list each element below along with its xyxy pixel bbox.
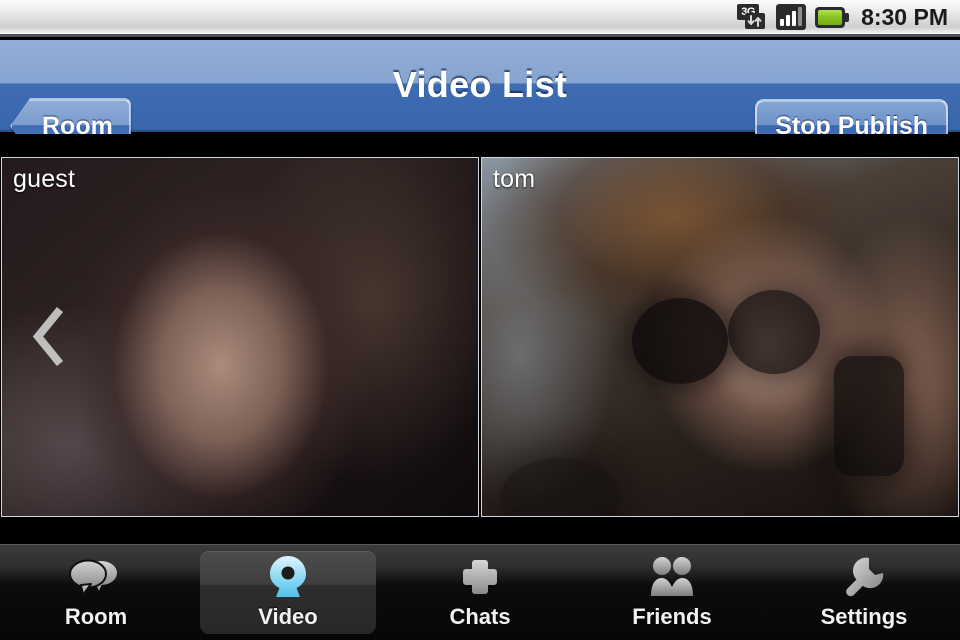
app-screen: 3G 8:30 PM Room Video List Stop Publish … bbox=[0, 0, 960, 640]
wrench-icon bbox=[840, 556, 888, 598]
video-frame-guest bbox=[2, 158, 478, 516]
tab-label-room: Room bbox=[64, 603, 128, 629]
tab-label-chats: Chats bbox=[449, 603, 511, 629]
tab-room[interactable]: Room bbox=[0, 545, 192, 640]
tab-friends[interactable]: Friends bbox=[576, 545, 768, 640]
people-icon bbox=[647, 556, 697, 598]
signal-bars-icon bbox=[776, 4, 807, 30]
tab-video[interactable]: Video bbox=[192, 545, 384, 640]
video-tile-guest[interactable]: guest bbox=[1, 157, 479, 517]
tab-settings[interactable]: Settings bbox=[768, 545, 960, 640]
tab-chats[interactable]: Chats bbox=[384, 545, 576, 640]
chat-bubbles-icon bbox=[69, 556, 123, 598]
tab-label-settings: Settings bbox=[820, 603, 908, 629]
data-arrows-icon bbox=[745, 13, 766, 29]
video-label-guest: guest bbox=[13, 165, 76, 193]
webcam-icon bbox=[265, 555, 311, 598]
battery-icon bbox=[815, 6, 850, 28]
previous-page-chevron-icon[interactable] bbox=[28, 304, 72, 375]
tab-label-friends: Friends bbox=[632, 603, 712, 629]
navigation-bar: Room Video List Stop Publish bbox=[0, 40, 960, 154]
video-tile-tom[interactable]: tom bbox=[481, 157, 959, 517]
video-frame-tom bbox=[482, 158, 958, 516]
tab-label-video: Video bbox=[258, 603, 318, 629]
status-bar: 3G 8:30 PM bbox=[0, 0, 960, 37]
status-bar-icons: 3G 8:30 PM bbox=[737, 4, 960, 30]
video-list: guest tom bbox=[0, 134, 960, 544]
video-label-tom: tom bbox=[493, 165, 536, 193]
tab-bar: Room Video Chats Friends Settings bbox=[0, 544, 960, 640]
status-bar-clock: 8:30 PM bbox=[861, 3, 948, 30]
plus-icon bbox=[458, 556, 502, 598]
3g-data-icon: 3G bbox=[737, 4, 767, 30]
